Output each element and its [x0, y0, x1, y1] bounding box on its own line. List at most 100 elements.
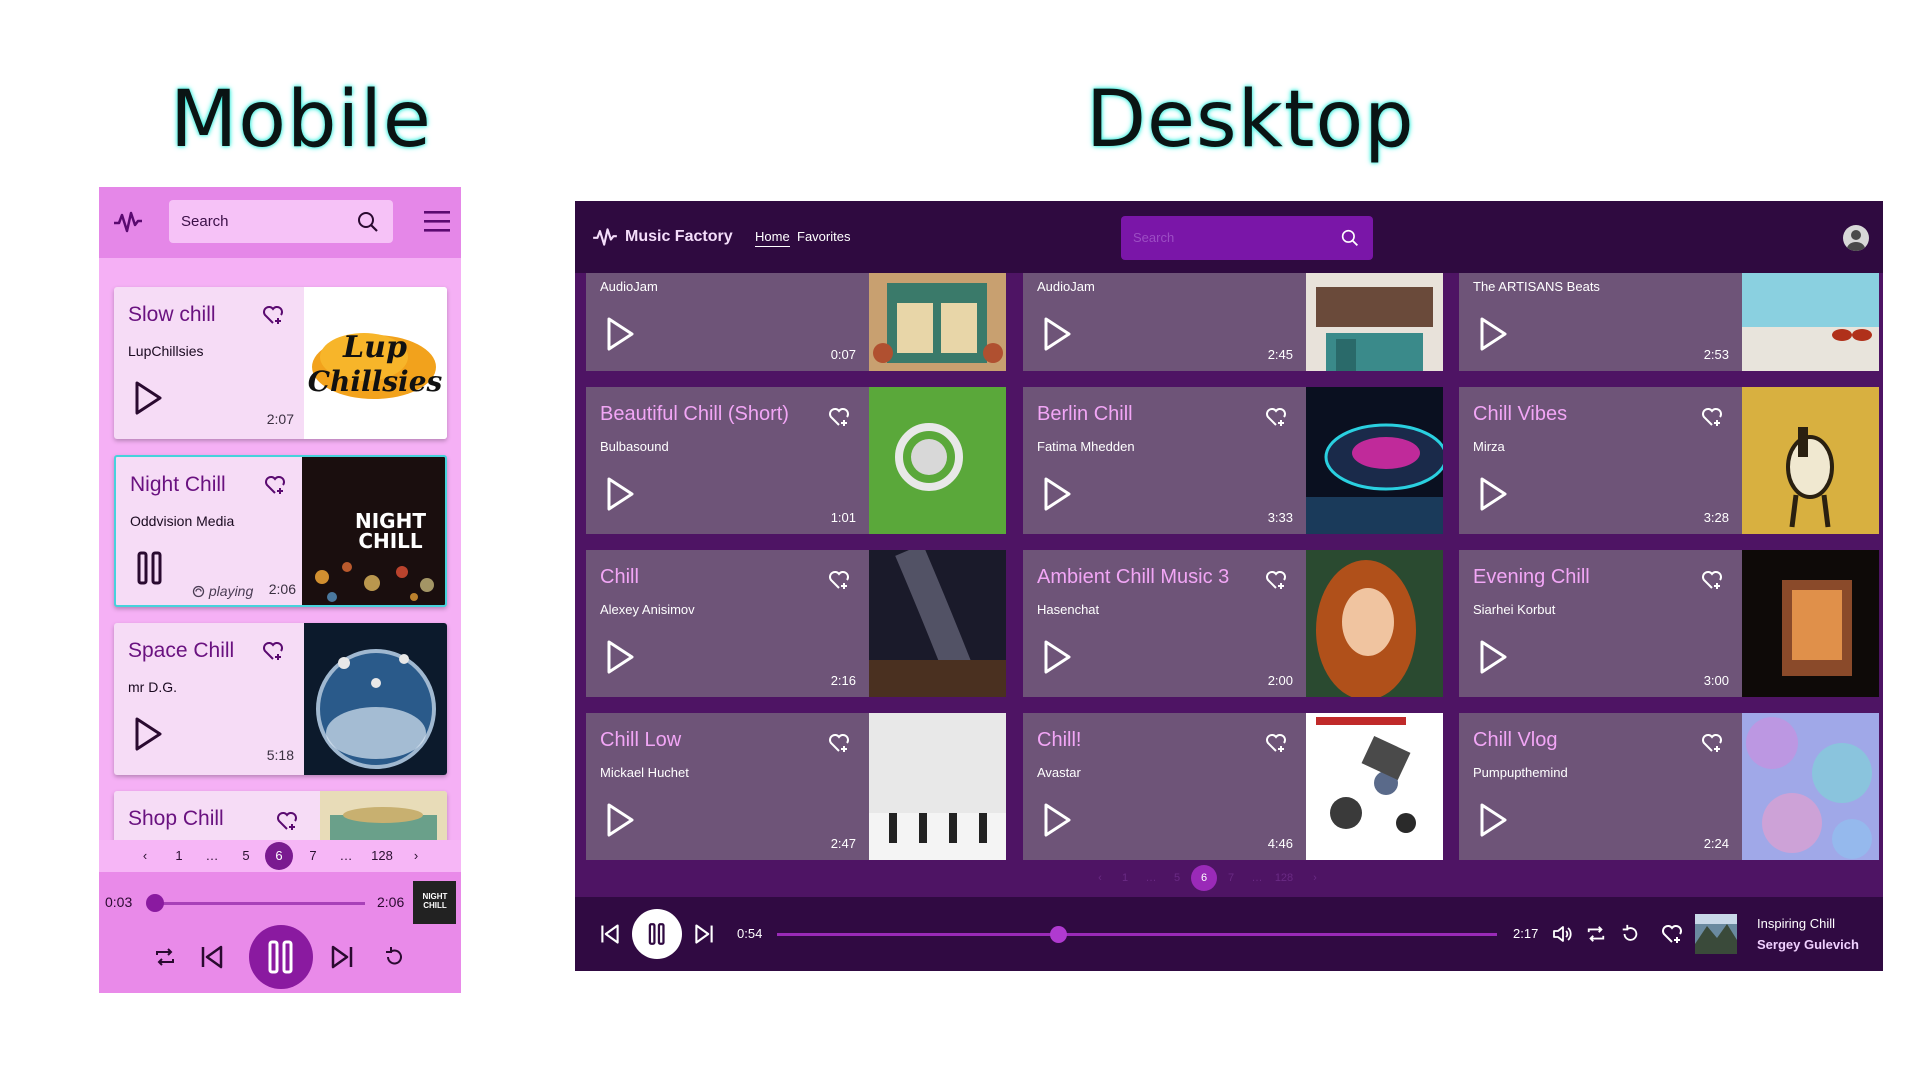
track-card[interactable]: Chill! Avastar 4:46: [1023, 713, 1443, 860]
track-card[interactable]: AudioJam 0:07: [586, 273, 1006, 371]
brand-name[interactable]: Music Factory: [625, 228, 733, 246]
replay-icon[interactable]: [1620, 924, 1640, 944]
heart-plus-icon[interactable]: [1265, 407, 1287, 427]
play-icon[interactable]: [134, 717, 162, 751]
track-artist: LupChillsies: [128, 343, 204, 359]
play-icon[interactable]: [606, 317, 634, 351]
pager-page[interactable]: 5: [1167, 872, 1187, 884]
track-artist: AudioJam: [600, 279, 658, 294]
heart-plus-icon[interactable]: [1701, 570, 1723, 590]
play-icon[interactable]: [606, 640, 634, 674]
album-art: [1742, 273, 1879, 371]
prev-icon[interactable]: [199, 944, 225, 970]
search-input[interactable]: Search: [169, 200, 393, 243]
pager-page-current[interactable]: 6: [265, 842, 293, 870]
pager-next[interactable]: ›: [406, 848, 426, 863]
heart-plus-icon[interactable]: [828, 407, 850, 427]
track-duration: 1:01: [830, 510, 856, 525]
pager-page[interactable]: 128: [367, 848, 397, 863]
track-card[interactable]: Chill Vibes Mirza 3:28: [1459, 387, 1879, 534]
track-duration: 2:47: [830, 836, 856, 851]
track-card-active[interactable]: Night Chill Oddvision Media playing 2:06…: [114, 455, 447, 607]
repeat-icon[interactable]: [154, 946, 176, 968]
track-title: Night Chill: [130, 473, 226, 496]
play-icon[interactable]: [1479, 477, 1507, 511]
track-card[interactable]: Chill Vlog Pumpupthemind 2:24: [1459, 713, 1879, 860]
progress-thumb[interactable]: [146, 894, 165, 912]
play-icon[interactable]: [134, 381, 162, 415]
pager-page[interactable]: 5: [236, 848, 256, 863]
track-artist: Mirza: [1473, 439, 1505, 454]
track-title: Chill Vlog: [1473, 729, 1558, 751]
progress-track[interactable]: [151, 902, 365, 905]
track-card[interactable]: The ARTISANS Beats 2:53: [1459, 273, 1879, 371]
logo-pulse-icon[interactable]: [113, 209, 143, 235]
track-card[interactable]: AudioJam 2:45: [1023, 273, 1443, 371]
heart-plus-icon[interactable]: [828, 733, 850, 753]
heart-plus-icon[interactable]: [276, 811, 298, 831]
pause-button[interactable]: [632, 909, 682, 959]
play-icon[interactable]: [606, 477, 634, 511]
pager-page[interactable]: 1: [1115, 872, 1135, 884]
pager-ellipsis: …: [339, 848, 353, 863]
next-icon[interactable]: [329, 944, 355, 970]
repeat-icon[interactable]: [1586, 924, 1606, 944]
play-icon[interactable]: [1043, 317, 1071, 351]
heart-plus-icon[interactable]: [1701, 407, 1723, 427]
search-input[interactable]: Search: [1121, 216, 1373, 260]
nav-favorites-link[interactable]: Favorites: [797, 229, 850, 244]
nav-home-link[interactable]: Home: [755, 229, 790, 247]
track-card[interactable]: Chill Low Mickael Huchet 2:47: [586, 713, 1006, 860]
elapsed-time: 0:54: [737, 926, 763, 941]
pager-prev[interactable]: ‹: [1090, 872, 1110, 884]
play-icon[interactable]: [1479, 640, 1507, 674]
play-icon[interactable]: [606, 803, 634, 837]
search-icon[interactable]: [1341, 229, 1359, 247]
progress-track[interactable]: [777, 933, 1497, 936]
heart-plus-icon[interactable]: [264, 475, 286, 495]
pager-next[interactable]: ›: [1305, 872, 1325, 884]
next-icon[interactable]: [693, 923, 715, 945]
play-icon[interactable]: [1043, 640, 1071, 674]
track-artist: Pumpupthemind: [1473, 765, 1568, 780]
search-icon[interactable]: [357, 211, 379, 233]
track-card[interactable]: Evening Chill Siarhei Korbut 3:00: [1459, 550, 1879, 697]
hamburger-menu-icon[interactable]: [423, 209, 451, 233]
play-icon[interactable]: [1043, 477, 1071, 511]
play-icon[interactable]: [1479, 803, 1507, 837]
heart-plus-icon[interactable]: [262, 641, 284, 661]
heart-plus-icon[interactable]: [1265, 733, 1287, 753]
now-playing-artist: Sergey Gulevich: [1757, 937, 1859, 952]
replay-icon[interactable]: [383, 946, 405, 968]
pager-prev[interactable]: ‹: [135, 848, 155, 863]
heart-plus-icon[interactable]: [1701, 733, 1723, 753]
progress-thumb[interactable]: [1049, 926, 1067, 943]
heart-plus-icon[interactable]: [1265, 570, 1287, 590]
play-icon[interactable]: [1043, 803, 1071, 837]
user-avatar-icon[interactable]: [1843, 225, 1869, 251]
logo-pulse-icon[interactable]: [591, 226, 619, 248]
pager-page[interactable]: 1: [169, 848, 189, 863]
track-card[interactable]: Beautiful Chill (Short) Bulbasound 1:01: [586, 387, 1006, 534]
track-card[interactable]: Berlin Chill Fatima Mhedden 3:33: [1023, 387, 1443, 534]
heart-plus-icon[interactable]: [828, 570, 850, 590]
track-card[interactable]: Chill Alexey Anisimov 2:16: [586, 550, 1006, 697]
heart-plus-icon[interactable]: [1661, 924, 1683, 944]
pager-page[interactable]: 7: [1221, 872, 1241, 884]
track-card[interactable]: Slow chill LupChillsies 2:07 Lup Chillsie…: [114, 287, 447, 439]
pause-button[interactable]: [249, 925, 313, 989]
pager-page-current[interactable]: 6: [1191, 865, 1217, 891]
pager-page[interactable]: 128: [1269, 872, 1299, 884]
volume-icon[interactable]: [1552, 924, 1572, 944]
pager-ellipsis: …: [1251, 872, 1263, 884]
track-card[interactable]: Ambient Chill Music 3 Hasenchat 2:00: [1023, 550, 1443, 697]
play-icon[interactable]: [1479, 317, 1507, 351]
album-art: [869, 387, 1006, 534]
prev-icon[interactable]: [599, 923, 621, 945]
heart-plus-icon[interactable]: [262, 305, 284, 325]
pager-page[interactable]: 7: [303, 848, 323, 863]
pause-icon[interactable]: [136, 551, 164, 585]
desktop-app: Music Factory Home Favorites Search Audi…: [575, 201, 1883, 971]
track-card[interactable]: Space Chill mr D.G. 5:18: [114, 623, 447, 775]
album-art: [1306, 713, 1443, 860]
